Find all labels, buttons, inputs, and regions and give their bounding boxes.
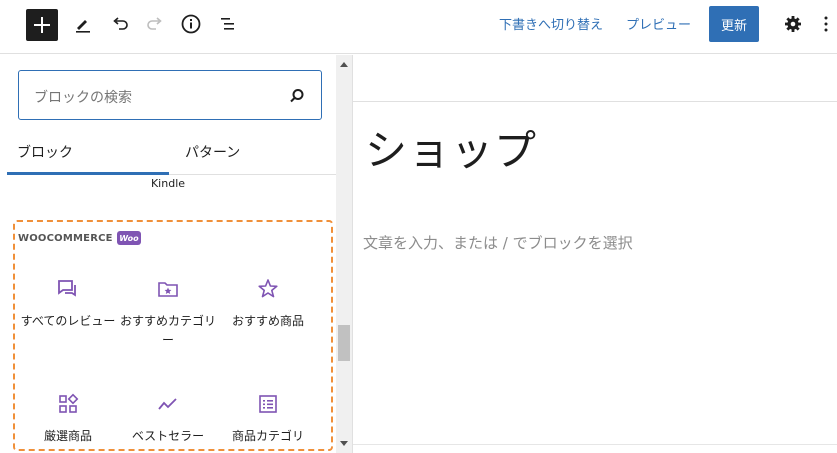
list-icon: [256, 392, 280, 416]
block-label: ベストセラー: [131, 429, 205, 443]
scroll-up-arrow[interactable]: [340, 62, 348, 67]
block-label: おすすめ商品: [231, 314, 304, 328]
pencil-icon[interactable]: [70, 11, 96, 37]
block-best-sellers[interactable]: ベストセラー: [118, 392, 218, 446]
tab-blocks[interactable]: ブロック: [17, 142, 73, 162]
block-all-reviews[interactable]: すべてのレビュー: [18, 277, 118, 331]
block-featured-category[interactable]: おすすめカテゴリー: [118, 277, 218, 350]
canvas-footer-divider: [353, 444, 837, 445]
block-placeholder[interactable]: 文章を入力、または / でブロックを選択: [363, 232, 633, 253]
list-view-icon[interactable]: [215, 11, 241, 37]
preview-button[interactable]: プレビュー: [626, 14, 691, 33]
more-vertical-icon[interactable]: [818, 11, 834, 37]
redo-icon[interactable]: [142, 11, 168, 37]
block-label: 商品カテゴリ: [231, 429, 304, 443]
tab-patterns[interactable]: パターン: [185, 142, 240, 162]
inserter-tabs: ブロック パターン: [7, 135, 336, 175]
woocommerce-logo: Woo: [117, 231, 141, 245]
trend-icon: [156, 392, 180, 416]
block-search-field[interactable]: ブロックの検索: [18, 70, 322, 120]
grid-icon: [56, 392, 80, 416]
scroll-thumb[interactable]: [338, 325, 350, 361]
info-icon[interactable]: [178, 11, 204, 37]
kindle-block-label[interactable]: Kindle: [0, 177, 336, 190]
search-icon[interactable]: [287, 86, 307, 106]
block-inserter: ブロックの検索 ブロック パターン Kindle WOOCOMMERCE Woo…: [0, 55, 336, 453]
canvas-divider: [353, 101, 837, 102]
block-product-categories[interactable]: 商品カテゴリ: [218, 392, 318, 446]
gear-icon[interactable]: [780, 11, 806, 37]
update-button[interactable]: 更新: [709, 6, 759, 42]
page-title[interactable]: ショップ: [365, 117, 537, 178]
block-label: おすすめカテゴリー: [119, 314, 216, 347]
block-hand-picked-products[interactable]: 厳選商品: [18, 392, 118, 446]
scroll-down-arrow[interactable]: [340, 441, 348, 446]
save-draft-button[interactable]: 下書きへ切り替え: [499, 14, 603, 33]
block-label: 厳選商品: [43, 429, 92, 443]
woocommerce-category-heading: WOOCOMMERCE: [18, 233, 113, 244]
editor-canvas: ショップ 文章を入力、または / でブロックを選択: [353, 55, 837, 453]
block-label: すべてのレビュー: [20, 314, 116, 328]
inserter-scrollbar[interactable]: [336, 55, 353, 453]
undo-icon[interactable]: [107, 11, 133, 37]
block-featured-product[interactable]: おすすめ商品: [218, 277, 318, 331]
add-block-button[interactable]: [26, 9, 58, 41]
folder-star-icon: [156, 277, 180, 301]
star-icon: [256, 277, 280, 301]
search-placeholder: ブロックの検索: [34, 90, 132, 106]
reviews-icon: [56, 277, 80, 301]
editor-toolbar: 下書きへ切り替え プレビュー 更新: [0, 0, 837, 54]
active-tab-indicator: [7, 172, 169, 175]
